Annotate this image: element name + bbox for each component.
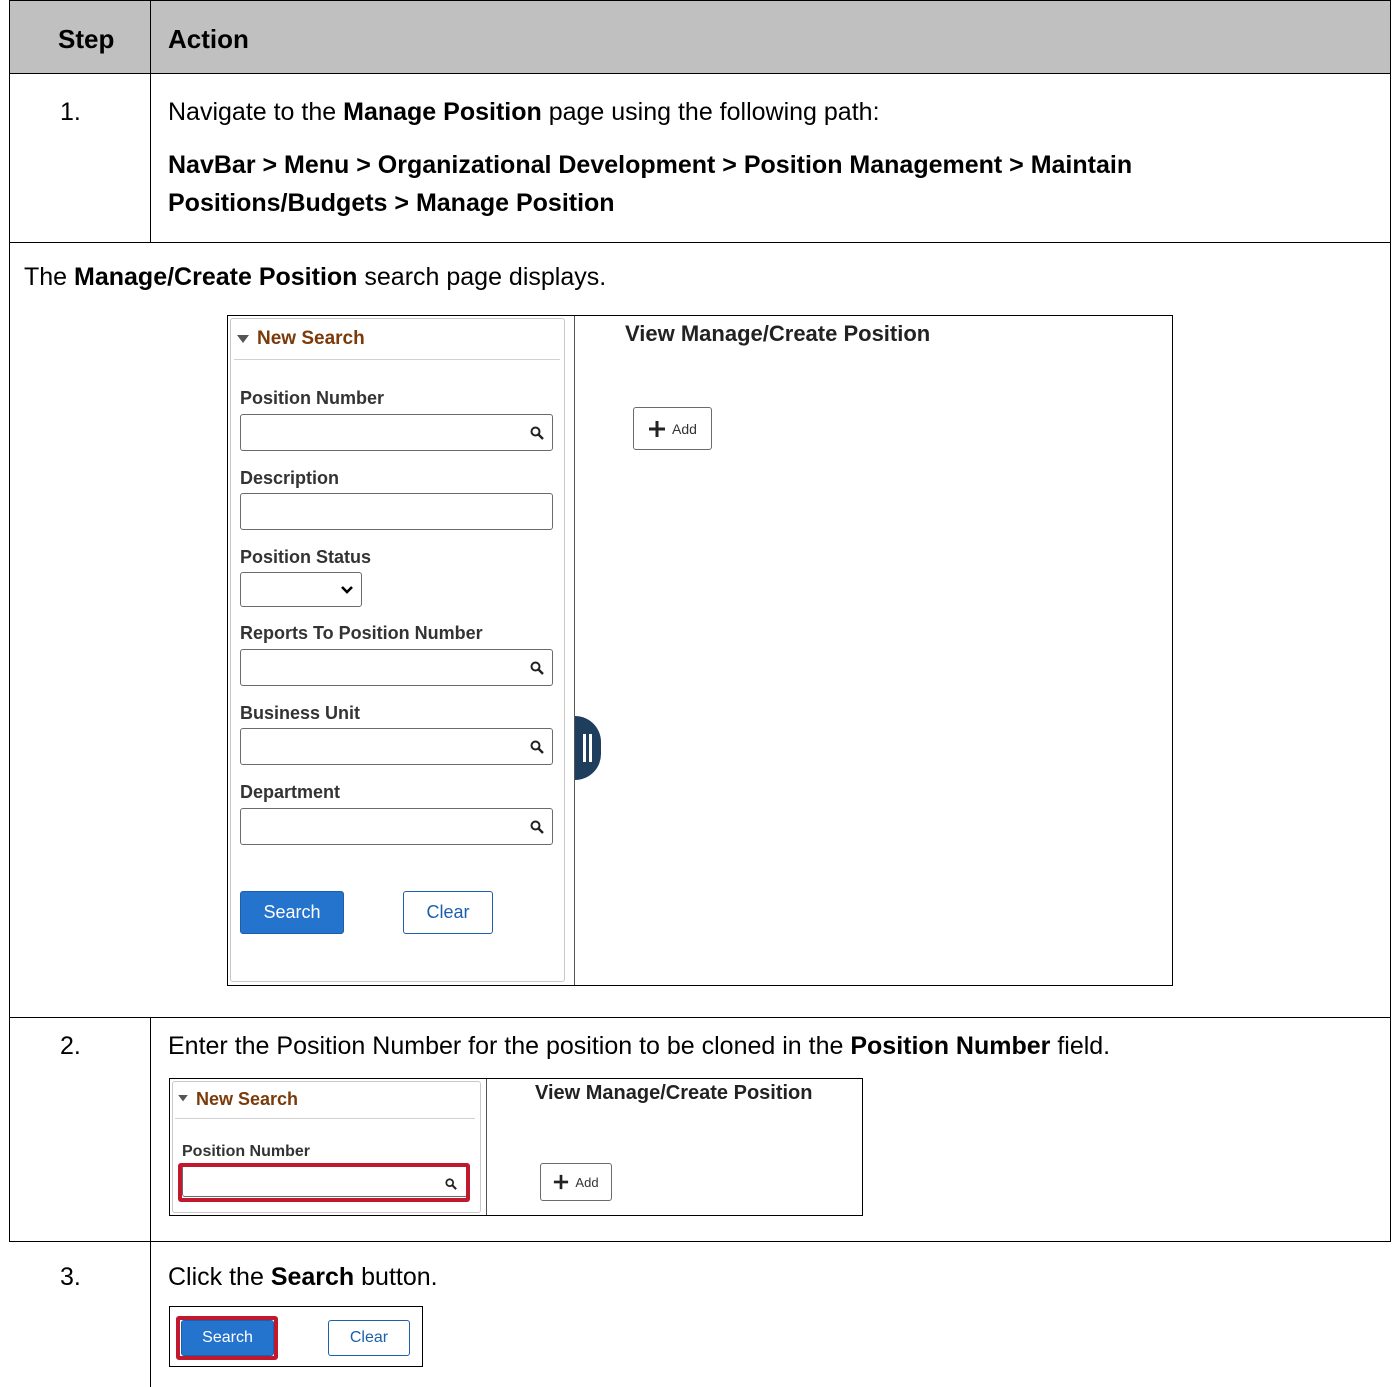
- instruction-text: Click the: [168, 1263, 271, 1291]
- instruction-bold: Manage Position: [343, 98, 542, 126]
- note-bold: Manage/Create Position: [74, 263, 358, 291]
- header-step: Step: [58, 24, 115, 54]
- add-label: Add: [672, 420, 697, 437]
- new-search-underline: [175, 1118, 475, 1119]
- page-title: View Manage/Create Position: [535, 1082, 813, 1104]
- step-instruction: Enter the Position Number for the positi…: [168, 1031, 1110, 1061]
- step-instruction: Click the Search button.: [168, 1262, 438, 1292]
- search-icon[interactable]: [530, 426, 544, 440]
- plus-icon: [649, 420, 666, 437]
- position-number-label: Position Number: [182, 1143, 311, 1160]
- splitter-handle[interactable]: [575, 716, 601, 780]
- new-search-toggle[interactable]: New Search: [257, 328, 365, 350]
- table-border: [9, 73, 1391, 74]
- search-icon[interactable]: [530, 661, 544, 675]
- position-number-screenshot: New Search Position Number View Manage/C…: [169, 1078, 863, 1216]
- description-label: Description: [240, 468, 340, 488]
- search-button-highlight: [176, 1316, 278, 1360]
- page-title: View Manage/Create Position: [625, 321, 931, 346]
- table-border: [9, 0, 10, 1241]
- triangle-down-icon: [237, 335, 249, 343]
- step-instruction: Navigate to the Manage Position page usi…: [168, 97, 880, 127]
- search-button-screenshot: Search Clear: [169, 1306, 423, 1367]
- department-label: Department: [240, 782, 341, 802]
- reports-to-label: Reports To Position Number: [240, 623, 483, 643]
- manage-position-search-screenshot: New Search Position Number Description P…: [227, 315, 1173, 986]
- position-number-highlight: [178, 1163, 470, 1202]
- instruction-text: page using the following path:: [541, 98, 880, 126]
- plus-icon: [554, 1174, 569, 1190]
- splitter-grip: [583, 734, 586, 762]
- instruction-text: Navigate to the: [168, 98, 344, 126]
- note-text: The Manage/Create Position search page d…: [24, 262, 606, 292]
- search-icon[interactable]: [530, 740, 544, 754]
- description-input[interactable]: [240, 493, 553, 530]
- nav-path-line2: Positions/Budgets > Manage Position: [168, 189, 615, 217]
- instruction-text: button.: [354, 1263, 438, 1291]
- chevron-down-icon: [341, 586, 353, 594]
- search-button[interactable]: Search: [240, 891, 344, 934]
- position-number-label: Position Number: [240, 388, 385, 408]
- table-border: [9, 0, 1391, 1]
- table-border: [9, 242, 1391, 243]
- table-border: [9, 1241, 1391, 1242]
- nav-path-line1: NavBar > Menu > Organizational Developme…: [168, 151, 1133, 179]
- instruction-text: Enter the Position Number for the positi…: [168, 1032, 851, 1060]
- table-border: [1390, 0, 1391, 1241]
- position-status-select[interactable]: [240, 572, 362, 607]
- reports-to-input[interactable]: [240, 649, 553, 686]
- panel-divider: [486, 1079, 487, 1215]
- new-search-toggle[interactable]: New Search: [196, 1089, 298, 1110]
- note-post: search page displays.: [357, 263, 607, 291]
- position-number-input[interactable]: [240, 414, 553, 451]
- instruction-text: field.: [1050, 1032, 1111, 1060]
- table-border: [9, 1017, 1391, 1018]
- triangle-down-icon: [178, 1095, 188, 1102]
- add-button[interactable]: Add: [540, 1163, 612, 1201]
- position-status-label: Position Status: [240, 547, 372, 567]
- instruction-bold: Search: [270, 1263, 355, 1291]
- search-icon[interactable]: [530, 820, 544, 834]
- add-button[interactable]: Add: [633, 407, 712, 450]
- add-label: Add: [575, 1174, 599, 1190]
- splitter-grip: [589, 734, 592, 762]
- table-border: [150, 0, 151, 242]
- step-number: 2.: [60, 1032, 81, 1060]
- business-unit-input[interactable]: [240, 728, 553, 765]
- step-number: 3.: [60, 1263, 81, 1291]
- table-border: [150, 1017, 151, 1387]
- step-number: 1.: [60, 98, 81, 126]
- clear-button[interactable]: Clear: [403, 891, 493, 934]
- new-search-underline: [234, 359, 560, 360]
- business-unit-label: Business Unit: [240, 703, 361, 723]
- note-pre: The: [24, 263, 75, 291]
- department-input[interactable]: [240, 808, 553, 845]
- panel-divider: [574, 316, 575, 985]
- header-action: Action: [168, 24, 249, 54]
- instruction-bold: Position Number: [850, 1032, 1051, 1060]
- clear-button[interactable]: Clear: [328, 1320, 410, 1356]
